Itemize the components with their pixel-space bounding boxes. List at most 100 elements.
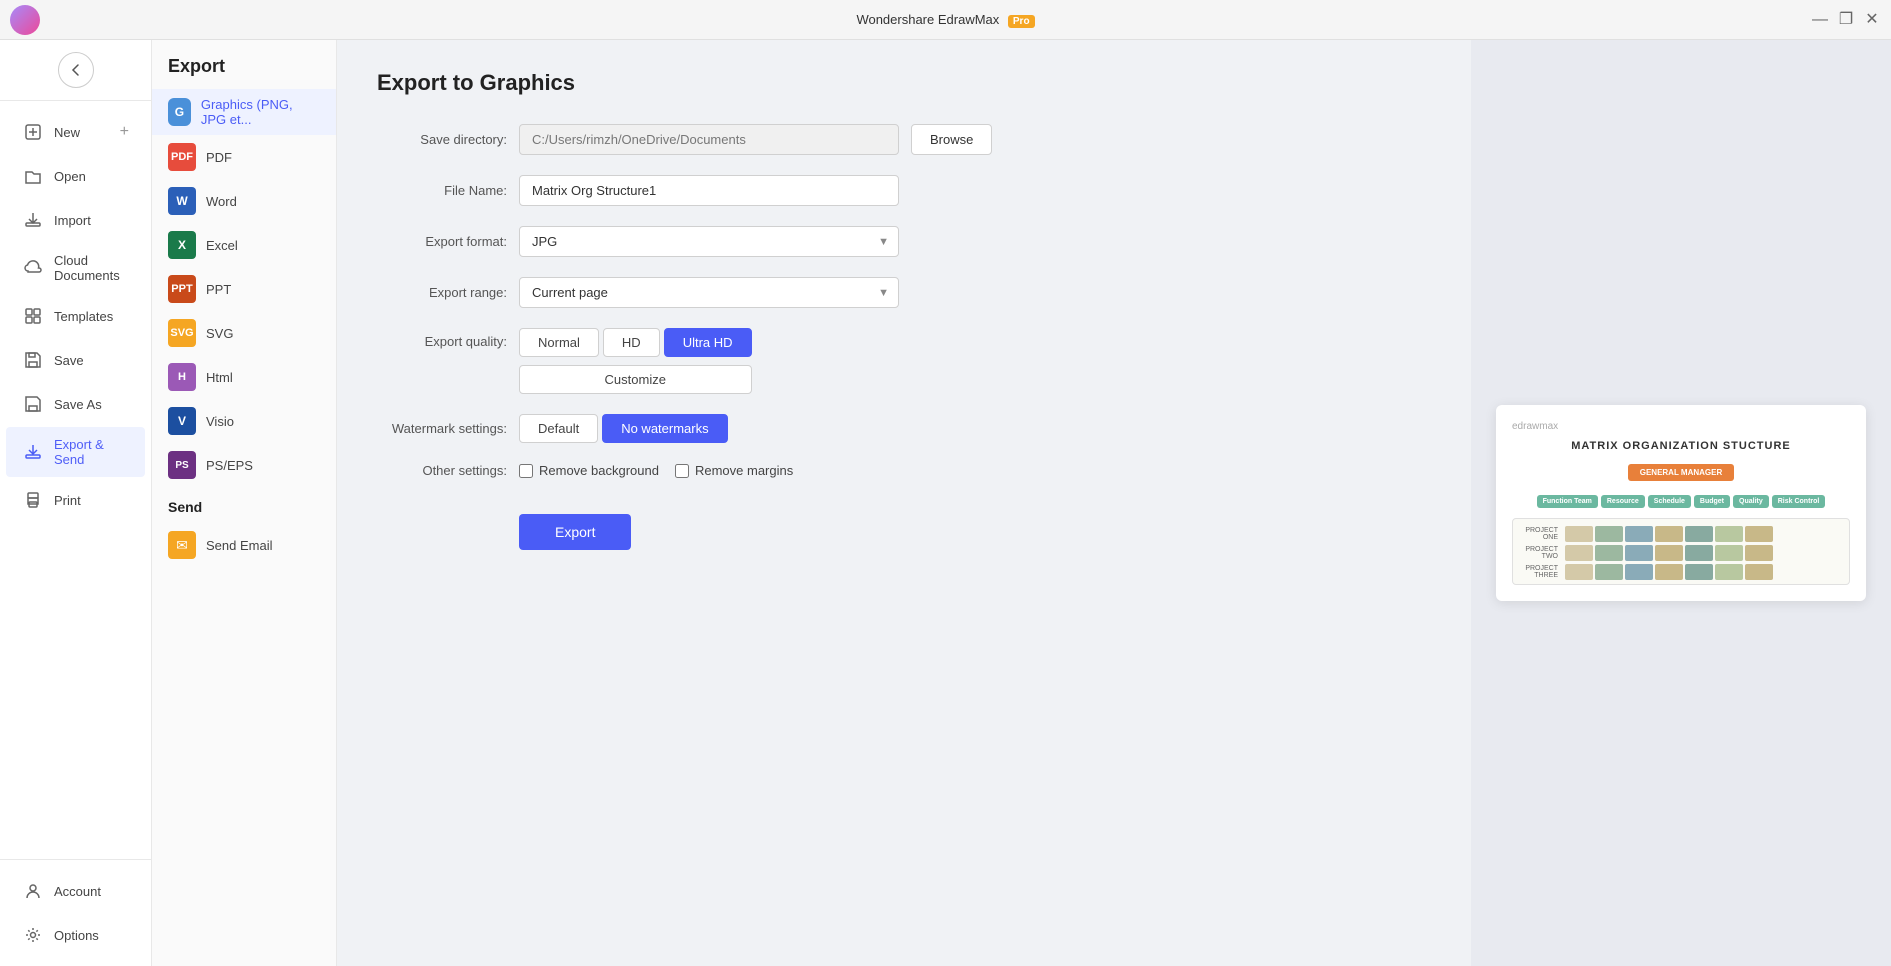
sub-box-1: Resource [1601,495,1645,508]
sidebar-item-save[interactable]: Save [6,339,145,381]
remove-background-label: Remove background [539,463,659,478]
file-name-input[interactable] [519,175,899,206]
cell [1685,526,1713,542]
sidebar-item-account[interactable]: Account [6,870,145,912]
preview-card: edrawmax MATRIX ORGANIZATION STUCTURE GE… [1496,405,1866,601]
export-item-pseps[interactable]: PS PS/EPS [152,443,336,487]
quality-normal-button[interactable]: Normal [519,328,599,357]
account-icon [22,880,44,902]
browse-button[interactable]: Browse [911,124,992,155]
word-icon: W [168,187,196,215]
watermark-default-button[interactable]: Default [519,414,598,443]
project-cells-0 [1565,526,1773,542]
ppt-icon: PPT [168,275,196,303]
close-button[interactable]: ✕ [1863,11,1881,29]
export-item-svg[interactable]: SVG SVG [152,311,336,355]
sidebar: New + Open Import Cloud Documents [0,40,152,966]
html-icon: H [168,363,196,391]
export-button[interactable]: Export [519,514,631,550]
remove-margins-checkbox[interactable]: Remove margins [675,463,793,478]
export-quality-row: Export quality: Normal HD Ultra HD Custo… [377,328,1431,394]
window-controls[interactable]: — ❐ ✕ [1811,11,1881,29]
export-format-select[interactable]: JPG PNG BMP GIF TIFF SVG [519,226,899,257]
main-content: Export to Graphics Save directory: Brows… [337,40,1471,966]
cell [1565,564,1593,580]
pdf-icon: PDF [168,143,196,171]
pseps-icon: PS [168,451,196,479]
quality-ultrahd-button[interactable]: Ultra HD [664,328,752,357]
remove-background-checkbox[interactable]: Remove background [519,463,659,478]
sidebar-item-options[interactable]: Options [6,914,145,956]
project-label-2: PROJECT THREE [1517,565,1562,579]
sub-box-2: Schedule [1648,495,1691,508]
sidebar-item-export[interactable]: Export & Send [6,427,145,477]
export-item-ppt-label: PPT [206,282,231,297]
quality-buttons: Normal HD Ultra HD [519,328,752,357]
visio-icon: V [168,407,196,435]
new-icon [22,121,44,143]
sidebar-item-new[interactable]: New + [6,111,145,153]
sidebar-item-import-label: Import [54,213,91,228]
sidebar-item-templates[interactable]: Templates [6,295,145,337]
export-item-word[interactable]: W Word [152,179,336,223]
export-item-sendemail-label: Send Email [206,538,272,553]
sidebar-item-saveas[interactable]: Save As [6,383,145,425]
quality-hd-button[interactable]: HD [603,328,660,357]
sidebar-item-cloud[interactable]: Cloud Documents [6,243,145,293]
export-item-visio[interactable]: V Visio [152,399,336,443]
project-row-0: PROJECT ONE [1517,526,1845,542]
customize-button[interactable]: Customize [519,365,752,394]
cell [1655,564,1683,580]
saveas-icon [22,393,44,415]
export-range-label: Export range: [377,285,507,300]
export-item-ppt[interactable]: PPT PPT [152,267,336,311]
save-directory-input[interactable] [519,124,899,155]
sidebar-item-new-label: New [54,125,80,140]
sub-box-4: Quality [1733,495,1769,508]
remove-background-input[interactable] [519,464,533,478]
sidebar-item-open-label: Open [54,169,86,184]
export-item-html[interactable]: H Html [152,355,336,399]
quality-group: Normal HD Ultra HD Customize [519,328,752,394]
sidebar-item-import[interactable]: Import [6,199,145,241]
export-sidebar: Export G Graphics (PNG, JPG et... PDF PD… [152,40,337,966]
export-button-row: Export [377,498,1431,550]
export-item-pseps-label: PS/EPS [206,458,253,473]
watermark-label: Watermark settings: [377,421,507,436]
open-icon [22,165,44,187]
page-title: Export to Graphics [377,70,1431,96]
back-button[interactable] [58,52,94,88]
remove-margins-input[interactable] [675,464,689,478]
watermark-none-button[interactable]: No watermarks [602,414,727,443]
mail-icon: ✉ [168,531,196,559]
export-format-label: Export format: [377,234,507,249]
sidebar-item-open[interactable]: Open [6,155,145,197]
other-settings-label: Other settings: [377,463,507,478]
cell [1655,526,1683,542]
cell [1655,545,1683,561]
watermark-buttons: Default No watermarks [519,414,728,443]
export-range-wrapper: Current page All pages Selected pages ▼ [519,277,899,308]
export-icon [22,441,44,463]
pro-badge: Pro [1008,15,1035,28]
file-name-control [519,175,899,206]
sidebar-item-templates-label: Templates [54,309,113,324]
export-item-pdf-label: PDF [206,150,232,165]
cell [1745,526,1773,542]
export-item-word-label: Word [206,194,237,209]
export-item-sendemail[interactable]: ✉ Send Email [152,523,336,567]
sub-boxes-row: Function Team Resource Schedule Budget Q… [1512,495,1850,508]
minimize-button[interactable]: — [1811,11,1829,29]
export-item-pdf[interactable]: PDF PDF [152,135,336,179]
project-row-2: PROJECT THREE [1517,564,1845,580]
avatar [10,5,40,35]
file-name-row: File Name: [377,175,1431,206]
project-cells-1 [1565,545,1773,561]
sidebar-item-print[interactable]: Print [6,479,145,521]
export-item-graphics-label: Graphics (PNG, JPG et... [201,97,320,127]
cell [1685,564,1713,580]
maximize-button[interactable]: ❐ [1837,11,1855,29]
export-range-select[interactable]: Current page All pages Selected pages [519,277,899,308]
export-item-graphics[interactable]: G Graphics (PNG, JPG et... [152,89,336,135]
export-item-excel[interactable]: X Excel [152,223,336,267]
